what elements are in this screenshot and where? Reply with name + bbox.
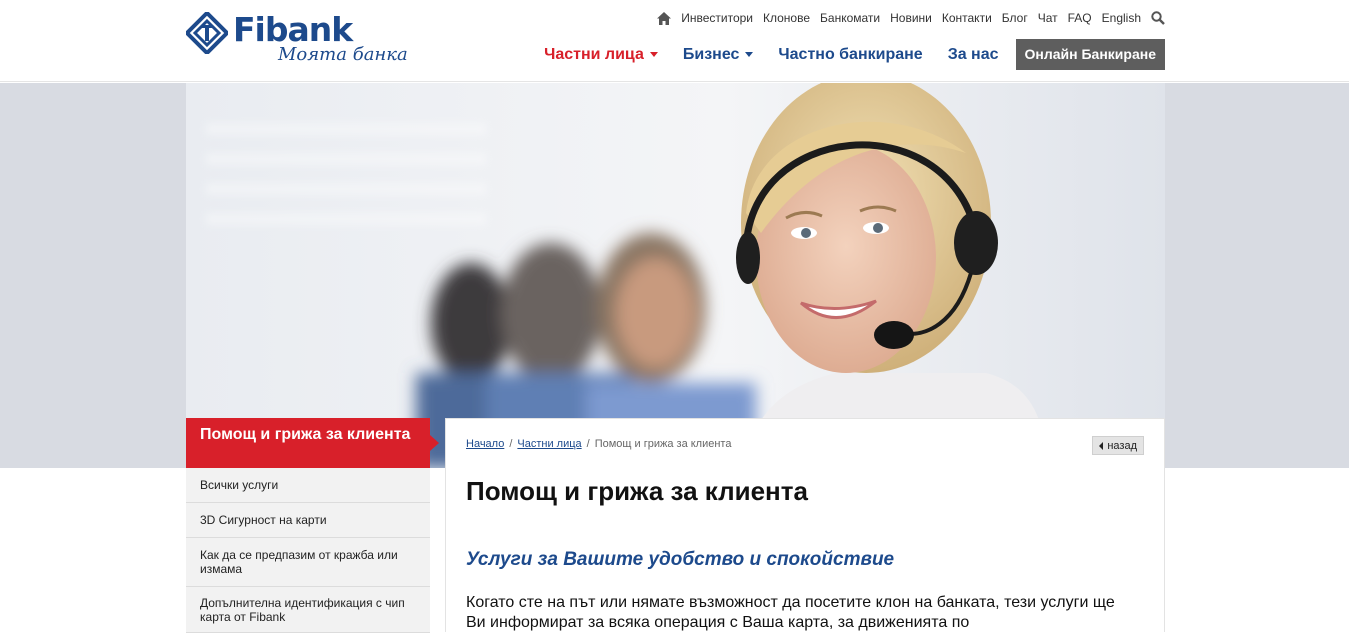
online-banking-button[interactable]: Онлайн Банкиране	[1015, 39, 1165, 70]
back-label: назад	[1107, 439, 1137, 452]
nav-item-label: За нас	[947, 45, 999, 63]
caret-down-icon	[745, 52, 754, 57]
util-link-blog[interactable]: Блог	[1002, 11, 1028, 25]
caret-down-icon	[649, 52, 658, 57]
util-link-english[interactable]: English	[1102, 11, 1141, 25]
home-icon[interactable]	[657, 11, 672, 25]
logo-tagline: Моята банка	[278, 44, 408, 65]
nav-item-private-banking[interactable]: Частно банкиране	[778, 46, 922, 64]
hero-banner	[0, 83, 1349, 468]
util-link-contacts[interactable]: Контакти	[942, 11, 992, 25]
sidebar-item-fraud-protection[interactable]: Как да се предпазим от кражба или измама	[186, 538, 430, 587]
call-center-photo	[186, 83, 1165, 468]
body-paragraph: Когато сте на път или нямате възможност …	[466, 594, 1115, 631]
breadcrumb-home[interactable]: Начало	[466, 438, 504, 450]
nav-item-business[interactable]: Бизнес	[683, 46, 754, 64]
sidebar: Помощ и грижа за клиента Всички услуги 3…	[186, 418, 439, 633]
util-link-news[interactable]: Новини	[890, 11, 932, 25]
util-link-investors[interactable]: Инвеститори	[681, 11, 753, 25]
nav-item-label: Бизнес	[682, 45, 740, 63]
main-nav: Частни лица Бизнес Частно банкиране За н…	[510, 39, 1165, 70]
back-button[interactable]: назад	[1092, 436, 1144, 455]
sidebar-title[interactable]: Помощ и грижа за клиента	[186, 418, 439, 468]
nav-item-label: Частни лица	[544, 45, 644, 63]
logo-mark-icon	[186, 12, 228, 54]
site-header: Fibank Моята банка Инвеститори Клонове Б…	[0, 0, 1349, 82]
breadcrumb-section[interactable]: Частни лица	[517, 438, 581, 450]
sidebar-item-chip-identification[interactable]: Допълнителна идентификация с чип карта о…	[186, 587, 430, 633]
util-link-chat[interactable]: Чат	[1038, 11, 1058, 25]
nav-item-private[interactable]: Частни лица	[544, 46, 658, 64]
util-link-branches[interactable]: Клонове	[763, 11, 810, 25]
breadcrumb-current: Помощ и грижа за клиента	[594, 438, 732, 450]
utility-nav: Инвеститори Клонове Банкомати Новини Кон…	[640, 10, 1165, 26]
chevron-left-icon	[1099, 441, 1104, 450]
util-link-atms[interactable]: Банкомати	[820, 11, 880, 25]
util-link-faq[interactable]: FAQ	[1068, 11, 1092, 25]
sidebar-item-3d-security[interactable]: 3D Сигурност на карти	[186, 503, 430, 538]
sidebar-item-all-services[interactable]: Всички услуги	[186, 468, 430, 503]
search-icon[interactable]	[1151, 11, 1165, 25]
section-subtitle: Услуги за Вашите удобство и спокойствие	[466, 549, 895, 570]
main-content: Начало / Частни лица / Помощ и грижа за клие…	[445, 418, 1165, 632]
nav-item-about[interactable]: За нас	[948, 46, 999, 64]
fibank-logo[interactable]: Fibank Моята банка	[186, 8, 426, 66]
page-title: Помощ и грижа за клиента	[466, 476, 808, 506]
nav-item-label: Частно банкиране	[778, 45, 923, 63]
breadcrumb: Начало / Частни лица / Помощ и грижа за клие…	[466, 438, 732, 450]
